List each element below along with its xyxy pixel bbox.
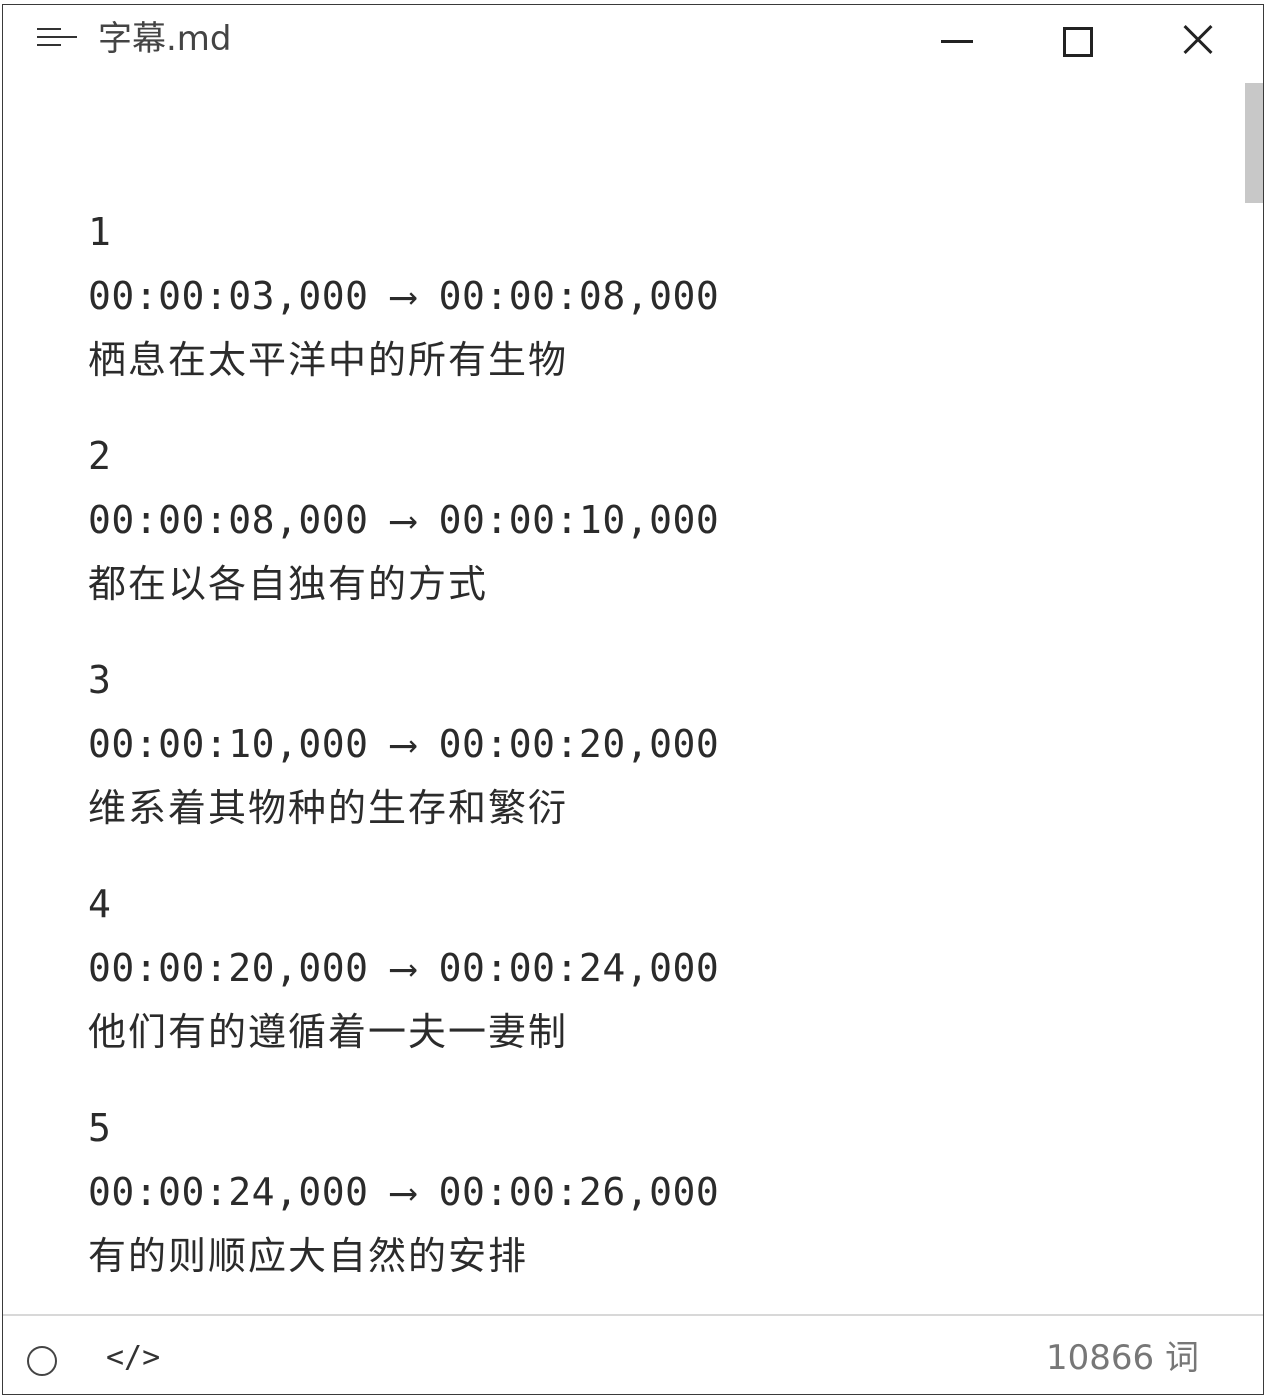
subtitle-entry: 2 00:00:08,000 ⟶ 00:00:10,000 都在以各自独有的方式 (88, 424, 1228, 648)
entry-timestamp: 00:00:20,000 ⟶ 00:00:24,000 (88, 946, 720, 990)
entry-text: 维系着其物种的生存和繁衍 (88, 786, 569, 830)
entry-index: 2 (88, 434, 112, 478)
entry-timestamp: 00:00:08,000 ⟶ 00:00:10,000 (88, 498, 720, 542)
title-bar: 字幕.md (3, 5, 1263, 75)
entry-text: 他们有的遵循着一夫一妻制 (88, 1010, 569, 1054)
entry-index: 5 (88, 1106, 112, 1150)
editor-window: 字幕.md 1 00:00:03,000 ⟶ 00:00:08,000 栖息在太… (2, 4, 1264, 1395)
window-title: 字幕.md (98, 19, 232, 59)
scrollbar-thumb[interactable] (1245, 83, 1263, 203)
entry-timestamp: 00:00:10,000 ⟶ 00:00:20,000 (88, 722, 720, 766)
entry-text: 都在以各自独有的方式 (88, 562, 489, 606)
circle-icon[interactable] (27, 1346, 57, 1376)
entry-timestamp: 00:00:03,000 ⟶ 00:00:08,000 (88, 274, 720, 318)
close-button[interactable] (1169, 17, 1229, 63)
hamburger-menu-icon[interactable] (29, 21, 77, 57)
source-code-toggle-button[interactable]: </> (106, 1336, 160, 1380)
status-bar: </> 10866 词 (3, 1314, 1263, 1394)
word-count[interactable]: 10866 词 (1046, 1336, 1199, 1380)
entry-index: 1 (88, 210, 112, 254)
editor-content[interactable]: 1 00:00:03,000 ⟶ 00:00:08,000 栖息在太平洋中的所有… (88, 200, 1228, 1320)
vertical-scrollbar[interactable] (1243, 83, 1263, 1313)
minimize-icon (941, 40, 973, 43)
subtitle-entry: 4 00:00:20,000 ⟶ 00:00:24,000 他们有的遵循着一夫一… (88, 872, 1228, 1096)
subtitle-entry: 5 00:00:24,000 ⟶ 00:00:26,000 有的则顺应大自然的安… (88, 1096, 1228, 1320)
entry-index: 3 (88, 658, 112, 702)
entry-text: 有的则顺应大自然的安排 (88, 1234, 529, 1278)
subtitle-entry: 3 00:00:10,000 ⟶ 00:00:20,000 维系着其物种的生存和… (88, 648, 1228, 872)
minimize-button[interactable] (927, 17, 987, 63)
maximize-button[interactable] (1048, 17, 1108, 63)
maximize-icon (1063, 27, 1093, 57)
entry-text: 栖息在太平洋中的所有生物 (88, 338, 569, 382)
entry-index: 4 (88, 882, 112, 926)
entry-timestamp: 00:00:24,000 ⟶ 00:00:26,000 (88, 1170, 720, 1214)
subtitle-entry: 1 00:00:03,000 ⟶ 00:00:08,000 栖息在太平洋中的所有… (88, 200, 1228, 424)
